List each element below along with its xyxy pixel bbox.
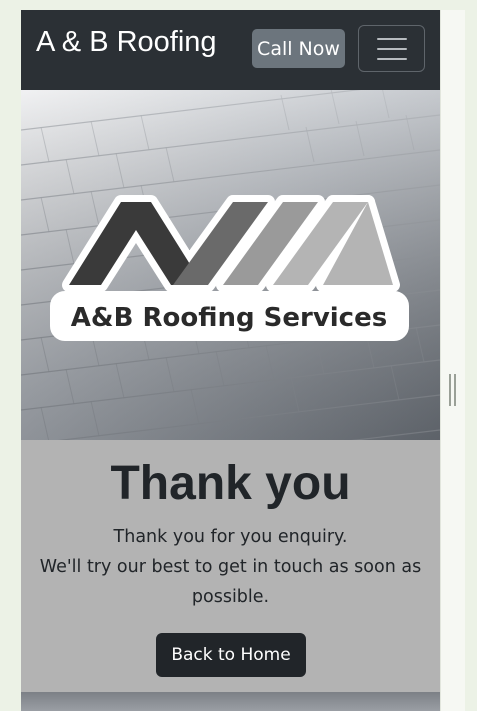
mobile-viewport: A & B Roofing Call Now A&B Roofing Servi… xyxy=(21,10,440,711)
hamburger-icon xyxy=(376,37,407,60)
back-to-home-button[interactable]: Back to Home xyxy=(156,633,306,677)
call-now-button[interactable]: Call Now xyxy=(252,29,345,68)
hero-roof-background: A&B Roofing Services xyxy=(21,90,440,440)
company-logo: A&B Roofing Services xyxy=(50,195,409,341)
footer-background-strip xyxy=(21,692,440,711)
message-line-1: Thank you for you enquiry. xyxy=(113,527,348,547)
viewport-gutter xyxy=(440,10,465,711)
navbar: A & B Roofing Call Now xyxy=(21,10,440,90)
navbar-toggler-button[interactable] xyxy=(358,25,425,72)
page-title: Thank you xyxy=(110,457,351,510)
message-line-2: We'll try our best to get in touch as so… xyxy=(39,557,422,607)
resize-handle-icon[interactable] xyxy=(449,374,456,406)
logo-text: A&B Roofing Services xyxy=(71,303,387,333)
thank-you-section: Thank you Thank you for you enquiry. We'… xyxy=(21,440,440,692)
hero-banner: A&B Roofing Services xyxy=(21,90,440,440)
thank-you-message: Thank you for you enquiry. We'll try our… xyxy=(37,522,424,612)
brand-link[interactable]: A & B Roofing xyxy=(36,25,217,60)
